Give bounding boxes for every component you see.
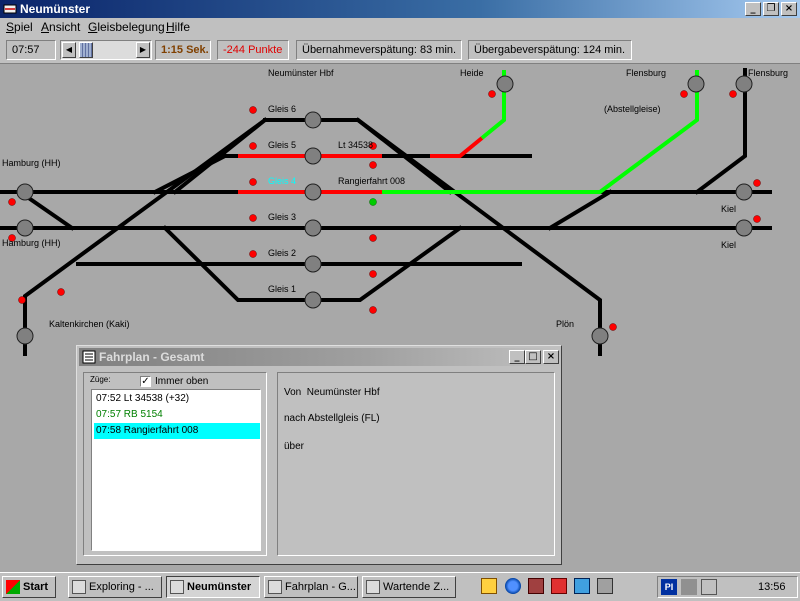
- speed-slider[interactable]: ◀ ▶: [60, 40, 152, 60]
- quicklaunch-icon-3[interactable]: [528, 578, 544, 594]
- slider-right-arrow[interactable]: ▶: [136, 42, 150, 58]
- gleis6-label: Gleis 6: [268, 104, 296, 114]
- fahrplan-window[interactable]: Fahrplan - Gesamt _ □ × Züge: ✓ Immer ob…: [76, 345, 562, 565]
- start-button[interactable]: Start: [2, 576, 56, 598]
- quicklaunch-icon-4[interactable]: [551, 578, 567, 594]
- menu-ansicht[interactable]: Ansicht: [41, 20, 80, 34]
- trains-label: Züge:: [90, 375, 111, 384]
- trains-panel: Züge: ✓ Immer oben 07:52 Lt 34538 (+32) …: [83, 372, 267, 556]
- green-signal[interactable]: [369, 198, 377, 206]
- route-details-panel: Von Neumünster Hbf nach Abstellgleis (FL…: [277, 372, 555, 556]
- fahrplan-minimize-button[interactable]: _: [509, 350, 525, 364]
- document-icon: [82, 350, 96, 364]
- explorer-icon: [72, 580, 86, 594]
- kaltenkirchen-label: Kaltenkirchen (Kaki): [49, 319, 130, 329]
- hamburg-label-2: Hamburg (HH): [2, 238, 61, 248]
- fahrplan-titlebar[interactable]: Fahrplan - Gesamt _ □ ×: [79, 348, 559, 366]
- taskbar-wartende[interactable]: Wartende Z...: [362, 576, 456, 598]
- from-label: Von Neumünster Hbf: [284, 387, 380, 398]
- tray-pi-icon[interactable]: PI: [661, 579, 677, 595]
- flensburg-label-1: Flensburg: [626, 68, 666, 78]
- windows-logo-icon: [6, 580, 20, 594]
- app-icon: [3, 4, 17, 14]
- menu-gleisbelegung[interactable]: Gleisbelegung: [88, 20, 165, 34]
- slider-left-arrow[interactable]: ◀: [62, 42, 76, 58]
- station-label: Neumünster Hbf: [268, 68, 334, 78]
- handover-delay: Übergabeverspätung: 124 min.: [468, 40, 632, 60]
- train-list-item[interactable]: 07:52 Lt 34538 (+32): [94, 391, 260, 407]
- train-list-item-selected[interactable]: 07:58 Rangierfahrt 008: [94, 423, 260, 439]
- fahrplan-title: Fahrplan - Gesamt: [99, 350, 205, 364]
- menu-spiel[interactable]: Spiel: [6, 20, 33, 34]
- title-bar: Neumünster _ ❐ ×: [0, 0, 800, 18]
- taskbar-neumunster[interactable]: Neumünster: [166, 576, 260, 598]
- speaker-icon[interactable]: [701, 579, 717, 595]
- taskbar: Start Exploring - ... Neumünster Fahrpla…: [0, 572, 800, 601]
- quicklaunch-icon-5[interactable]: [574, 578, 590, 594]
- always-on-top-label[interactable]: Immer oben: [155, 376, 208, 387]
- toolbar: 07:57 ◀ ▶ 1:15 Sek. -244 Punkte Übernahm…: [0, 37, 800, 64]
- ploen-label: Plön: [556, 319, 574, 329]
- kiel-label-1: Kiel: [721, 204, 736, 214]
- clock: 13:56: [758, 581, 786, 593]
- system-tray: PI 13:56: [657, 576, 798, 598]
- flensburg-label-2: Flensburg: [748, 68, 788, 78]
- train-lt-label: Lt 34538: [338, 140, 373, 150]
- gleis2-label: Gleis 2: [268, 248, 296, 258]
- kiel-label-2: Kiel: [721, 240, 736, 250]
- trains-list[interactable]: 07:52 Lt 34538 (+32) 07:57 RB 5154 07:58…: [91, 389, 261, 551]
- slider-thumb[interactable]: [79, 42, 93, 58]
- train-app-icon: [170, 580, 184, 594]
- gleis3-label: Gleis 3: [268, 212, 296, 222]
- to-label: nach Abstellgleis (FL): [284, 413, 380, 424]
- tray-icon-2[interactable]: [681, 579, 697, 595]
- takeover-delay: Übernahmeverspätung: 83 min.: [296, 40, 462, 60]
- train-rangier-label: Rangierfahrt 008: [338, 176, 405, 186]
- hamburg-label-1: Hamburg (HH): [2, 158, 61, 168]
- track-nodes: [16, 75, 753, 345]
- gleis4-label: Gleis 4: [268, 176, 296, 186]
- speed-display: 1:15 Sek.: [155, 40, 211, 60]
- taskbar-exploring[interactable]: Exploring - ...: [68, 576, 162, 598]
- via-label: über: [284, 441, 305, 452]
- gleis1-label: Gleis 1: [268, 284, 296, 294]
- document-icon: [268, 580, 282, 594]
- fahrplan-close-button[interactable]: ×: [543, 350, 559, 364]
- signals[interactable]: [8, 90, 761, 331]
- minimize-button[interactable]: _: [745, 2, 761, 16]
- taskbar-fahrplan[interactable]: Fahrplan - G...: [264, 576, 358, 598]
- quicklaunch-icon-6[interactable]: [597, 578, 613, 594]
- menu-hilfe[interactable]: Hilfe: [166, 20, 190, 34]
- fahrplan-maximize-button[interactable]: □: [525, 350, 541, 364]
- ie-icon[interactable]: [505, 578, 521, 594]
- close-button[interactable]: ×: [781, 2, 797, 16]
- heide-label: Heide: [460, 68, 484, 78]
- always-on-top-checkbox[interactable]: ✓: [140, 376, 151, 387]
- maximize-button[interactable]: ❐: [763, 2, 779, 16]
- quicklaunch-icon-1[interactable]: [481, 578, 497, 594]
- abstellgleise-label: (Abstellgleise): [604, 104, 661, 114]
- gleis5-label: Gleis 5: [268, 140, 296, 150]
- time-display: 07:57: [6, 40, 56, 60]
- document-icon: [366, 580, 380, 594]
- window-title: Neumünster: [20, 2, 91, 16]
- train-list-item[interactable]: 07:57 RB 5154: [94, 407, 260, 423]
- menu-bar: Spiel Ansicht Gleisbelegung Hilfe: [0, 18, 800, 36]
- points-display: -244 Punkte: [217, 40, 289, 60]
